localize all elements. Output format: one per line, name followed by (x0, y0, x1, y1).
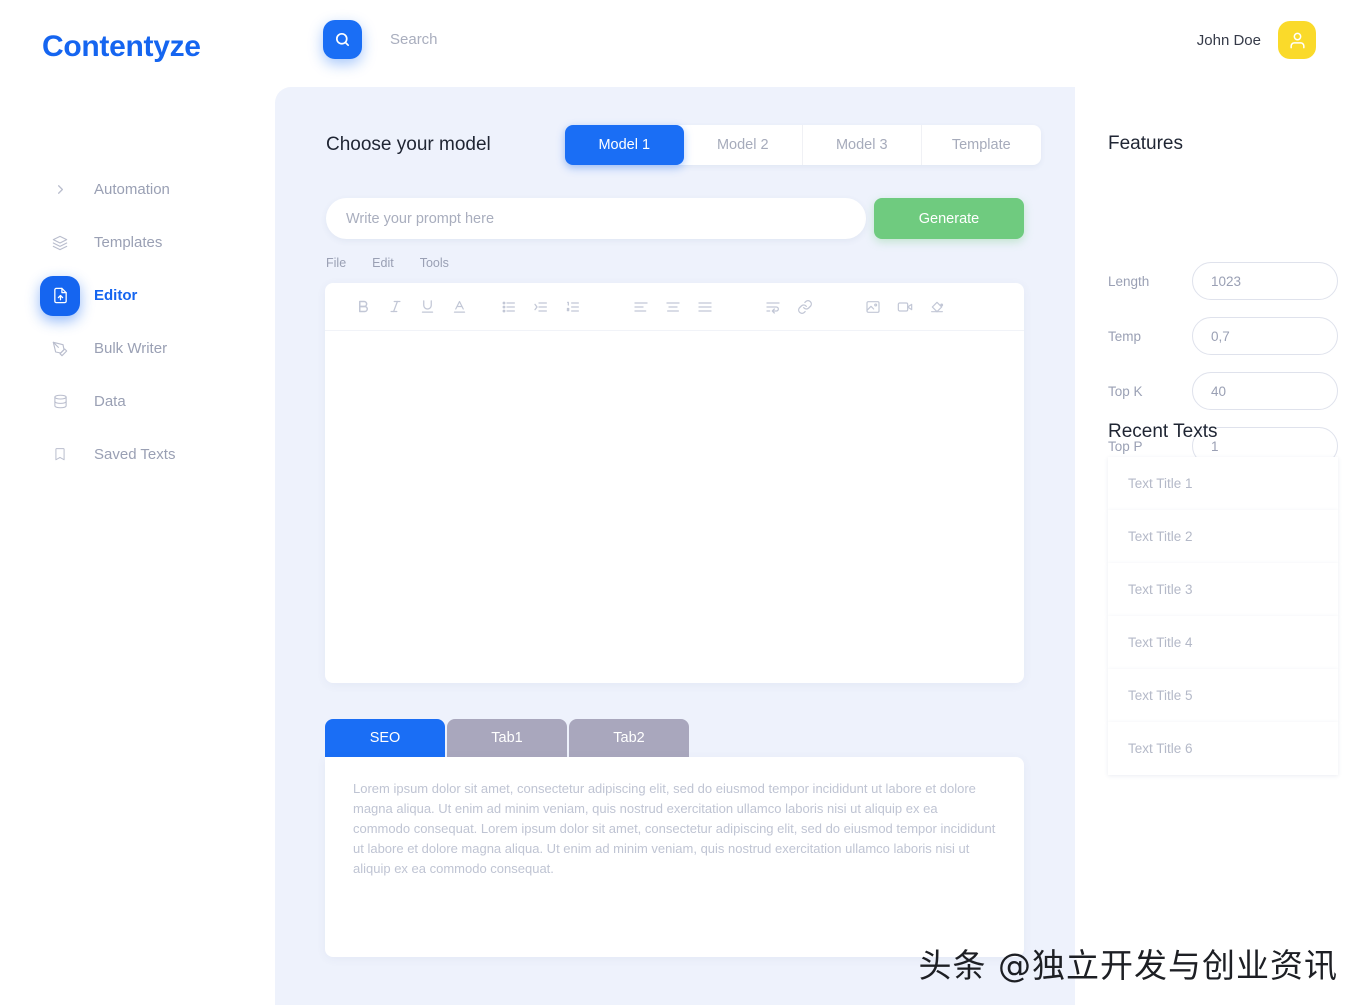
document-edit-icon (40, 275, 80, 316)
toolbar-group-insert (757, 292, 821, 322)
tab-tab1[interactable]: Tab1 (447, 719, 567, 757)
sidebar-item-saved-texts[interactable]: Saved Texts (0, 428, 275, 481)
search-icon[interactable] (323, 20, 362, 59)
feature-row-top-k: Top K (1108, 372, 1348, 410)
numbered-list-icon[interactable] (557, 292, 589, 322)
chevron-right-icon (40, 170, 80, 210)
prompt-row: Generate (326, 198, 1024, 239)
tab-model-1[interactable]: Model 1 (564, 125, 684, 165)
feature-row-temp: Temp (1108, 317, 1348, 355)
watermark: 头条 @独立开发与创业资讯 (918, 946, 1338, 985)
bookmark-icon (40, 435, 80, 475)
tab-model-2[interactable]: Model 2 (684, 125, 803, 165)
line-wrap-icon[interactable] (757, 292, 789, 322)
sidebar-item-label: Automation (94, 181, 170, 198)
layers-icon (40, 223, 80, 263)
search-bar (323, 20, 690, 59)
tab-seo[interactable]: SEO (325, 719, 445, 757)
editor-toolbar (325, 283, 1024, 331)
tab-tab2[interactable]: Tab2 (569, 719, 689, 757)
bottom-tabs: SEO Tab1 Tab2 (325, 719, 689, 757)
feature-row-length: Length (1108, 262, 1348, 300)
sidebar-item-label: Saved Texts (94, 446, 176, 463)
toolbar-group-format (347, 292, 475, 322)
sidebar: Contentyze Automation Templates Editor B… (0, 0, 275, 1005)
video-icon[interactable] (889, 292, 921, 322)
sidebar-item-templates[interactable]: Templates (0, 216, 275, 269)
user-menu[interactable]: John Doe (1197, 21, 1316, 59)
seo-description-text: Lorem ipsum dolor sit amet, consectetur … (353, 781, 996, 876)
app-logo: Contentyze (42, 30, 201, 63)
bulleted-list-icon[interactable] (493, 292, 525, 322)
sidebar-item-label: Editor (94, 287, 138, 304)
bold-icon[interactable] (347, 292, 379, 322)
list-item[interactable]: Text Title 4 (1108, 616, 1338, 669)
indent-increase-icon[interactable] (525, 292, 557, 322)
fill-color-icon[interactable] (921, 292, 953, 322)
prompt-input[interactable] (326, 198, 866, 239)
database-icon (40, 382, 80, 422)
sidebar-item-label: Data (94, 393, 126, 410)
tab-model-3[interactable]: Model 3 (803, 125, 922, 165)
top-k-input[interactable] (1192, 372, 1338, 410)
feature-label: Top K (1108, 383, 1143, 399)
menu-tools[interactable]: Tools (420, 256, 449, 270)
page-title: Choose your model (326, 134, 491, 155)
toolbar-group-media (857, 292, 953, 322)
underline-icon[interactable] (411, 292, 443, 322)
generate-button[interactable]: Generate (874, 198, 1024, 239)
editor-menubar: File Edit Tools (326, 256, 449, 270)
right-panel: Features Length Temp Top K Top P Recent … (1075, 87, 1366, 1005)
text-editor (325, 283, 1024, 683)
search-input[interactable] (390, 31, 690, 48)
link-icon[interactable] (789, 292, 821, 322)
toolbar-group-align (625, 292, 721, 322)
sidebar-item-label: Templates (94, 234, 163, 251)
model-tabs: Model 1 Model 2 Model 3 Template (564, 125, 1041, 165)
menu-file[interactable]: File (326, 256, 346, 270)
sidebar-item-editor[interactable]: Editor (0, 269, 275, 322)
editor-content-area[interactable] (325, 331, 1024, 682)
list-item[interactable]: Text Title 3 (1108, 563, 1338, 616)
sidebar-item-label: Bulk Writer (94, 340, 168, 357)
align-justify-icon[interactable] (689, 292, 721, 322)
model-selector-row: Choose your model Model 1 Model 2 Model … (326, 125, 1041, 165)
align-left-icon[interactable] (625, 292, 657, 322)
list-item[interactable]: Text Title 6 (1108, 722, 1338, 775)
list-item[interactable]: Text Title 5 (1108, 669, 1338, 722)
avatar[interactable] (1278, 21, 1316, 59)
recent-texts-heading: Recent Texts (1108, 421, 1218, 442)
list-item[interactable]: Text Title 1 (1108, 457, 1338, 510)
tab-template[interactable]: Template (922, 125, 1041, 165)
sidebar-item-automation[interactable]: Automation (0, 163, 275, 216)
image-icon[interactable] (857, 292, 889, 322)
align-center-icon[interactable] (657, 292, 689, 322)
features-heading: Features (1108, 133, 1183, 154)
toolbar-group-lists (493, 292, 589, 322)
feature-label: Length (1108, 273, 1150, 289)
feature-label: Temp (1108, 328, 1142, 344)
user-name: John Doe (1196, 31, 1261, 49)
recent-texts-list: Text Title 1 Text Title 2 Text Title 3 T… (1108, 457, 1338, 775)
pen-icon (40, 329, 80, 369)
sidebar-item-data[interactable]: Data (0, 375, 275, 428)
length-input[interactable] (1192, 262, 1338, 300)
italic-icon[interactable] (379, 292, 411, 322)
bottom-tab-panel: Lorem ipsum dolor sit amet, consectetur … (325, 757, 1024, 957)
list-item[interactable]: Text Title 2 (1108, 510, 1338, 563)
menu-edit[interactable]: Edit (372, 256, 394, 270)
sidebar-nav: Automation Templates Editor Bulk Writer (0, 163, 275, 481)
sidebar-item-bulk-writer[interactable]: Bulk Writer (0, 322, 275, 375)
text-color-icon[interactable] (443, 292, 475, 322)
temp-input[interactable] (1192, 317, 1338, 355)
